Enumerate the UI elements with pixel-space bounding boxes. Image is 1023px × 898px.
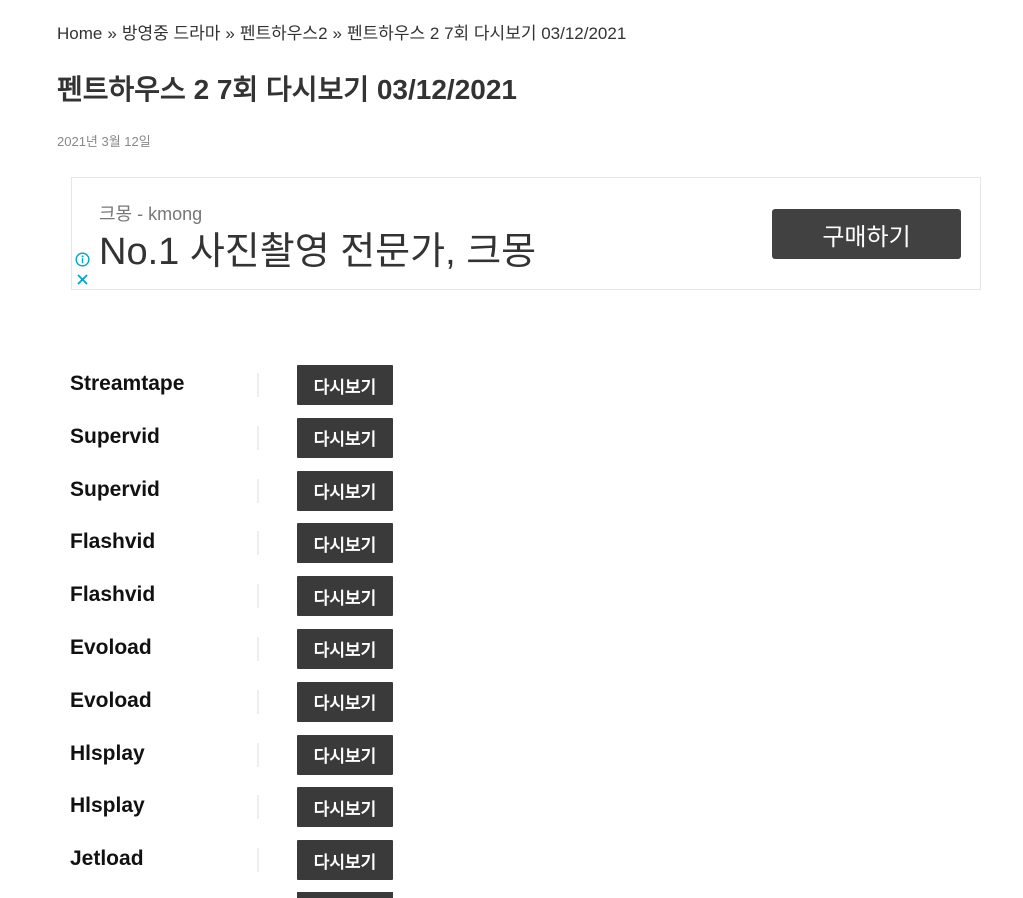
column-divider — [257, 584, 259, 609]
column-divider — [257, 425, 259, 450]
watch-button-partial[interactable] — [297, 892, 393, 898]
breadcrumb-current: 펜트하우스 2 7회 다시보기 03/12/2021 — [347, 24, 627, 43]
post-date: 2021년 3월 12일 — [57, 134, 151, 149]
server-name: Supervid — [70, 424, 160, 448]
server-name: Hlsplay — [70, 741, 145, 765]
server-name: Jetload — [70, 847, 144, 871]
close-icon[interactable] — [75, 272, 90, 287]
breadcrumb-separator: » — [225, 24, 235, 43]
server-name: Hlsplay — [70, 794, 145, 818]
server-name: Flashvid — [70, 583, 156, 607]
breadcrumb-series-link[interactable]: 펜트하우스2 — [240, 24, 328, 43]
watch-button[interactable]: 다시보기 — [297, 840, 393, 881]
server-name: Supervid — [70, 477, 160, 501]
column-divider — [257, 795, 259, 820]
ad-headline[interactable]: No.1 사진촬영 전문가, 크몽 — [99, 220, 536, 275]
info-icon[interactable] — [75, 252, 90, 267]
column-divider — [257, 531, 259, 556]
watch-button[interactable]: 다시보기 — [297, 628, 393, 669]
breadcrumb: Home» 방영중 드라마» 펜트하우스2» 펜트하우스 2 7회 다시보기 03/1… — [57, 19, 626, 44]
watch-button[interactable]: 다시보기 — [297, 787, 393, 828]
watch-button[interactable]: 다시보기 — [297, 417, 393, 458]
watch-button[interactable]: 다시보기 — [297, 470, 393, 511]
watch-button[interactable]: 다시보기 — [297, 523, 393, 564]
watch-button[interactable]: 다시보기 — [297, 681, 393, 722]
server-name: Streamtape — [70, 372, 185, 395]
server-name: Evoload — [70, 688, 152, 712]
column-divider — [257, 478, 259, 503]
watch-button[interactable]: 다시보기 — [297, 734, 393, 775]
breadcrumb-home-link[interactable]: Home — [57, 24, 102, 43]
ad-banner[interactable]: 크몽 - kmong No.1 사진촬영 전문가, 크몽 구매하기 — [71, 177, 981, 290]
server-name: Flashvid — [70, 530, 156, 554]
column-divider — [257, 848, 259, 873]
breadcrumb-category-link[interactable]: 방영중 드라마 — [122, 24, 221, 43]
column-divider — [257, 636, 259, 661]
column-divider — [257, 373, 259, 397]
ad-buy-button[interactable]: 구매하기 — [772, 209, 961, 259]
server-name: Evoload — [70, 635, 152, 659]
breadcrumb-separator: » — [107, 24, 117, 43]
column-divider — [257, 689, 259, 714]
watch-button[interactable]: 다시보기 — [297, 365, 393, 405]
breadcrumb-separator: » — [332, 24, 342, 43]
watch-button[interactable]: 다시보기 — [297, 576, 393, 617]
page-title: 펜트하우스 2 7회 다시보기 03/12/2021 — [57, 74, 517, 105]
column-divider — [257, 742, 259, 767]
